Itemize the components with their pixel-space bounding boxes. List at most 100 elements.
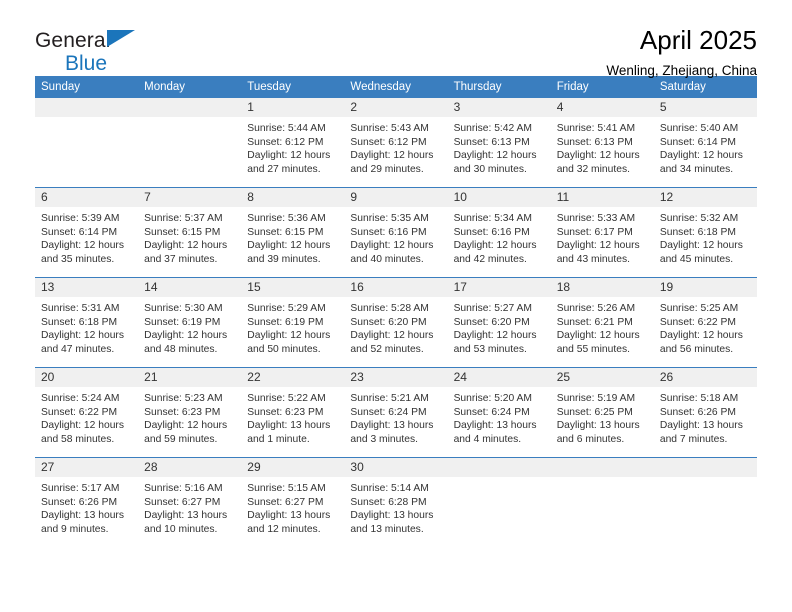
- daylight-text: Daylight: 13 hours and 13 minutes.: [350, 510, 434, 535]
- calendar-week-row: 13 Sunrise: 5:31 AM Sunset: 6:18 PM Dayligh…: [35, 277, 757, 368]
- daylight-text: Daylight: 13 hours and 12 minutes.: [247, 510, 331, 535]
- day-number: 25: [550, 368, 654, 387]
- sunrise-text: Sunrise: 5:21 AM: [350, 393, 429, 404]
- sunset-text: Sunset: 6:23 PM: [247, 406, 324, 418]
- calendar-day-cell[interactable]: 14 Sunrise: 5:30 AM Sunset: 6:19 PM Dayligh…: [138, 277, 242, 368]
- calendar-day-cell[interactable]: 21 Sunrise: 5:23 AM Sunset: 6:23 PM Dayligh…: [138, 367, 242, 458]
- sunset-text: Sunset: 6:26 PM: [659, 406, 736, 418]
- day-number: 20: [35, 368, 139, 387]
- sunset-text: Sunset: 6:19 PM: [247, 316, 324, 328]
- day-details: Sunrise: 5:26 AM Sunset: 6:21 PM Daylight:…: [551, 297, 654, 356]
- calendar-day-cell[interactable]: 22 Sunrise: 5:22 AM Sunset: 6:23 PM Dayligh…: [241, 367, 345, 458]
- day-number: 24: [447, 368, 551, 387]
- day-number: 28: [138, 458, 242, 477]
- sunset-text: Sunset: 6:27 PM: [144, 496, 221, 508]
- day-details: Sunrise: 5:18 AM Sunset: 6:26 PM Daylight:…: [654, 387, 757, 446]
- sunset-text: Sunset: 6:17 PM: [556, 226, 633, 238]
- calendar-day-cell[interactable]: 28 Sunrise: 5:16 AM Sunset: 6:27 PM Dayligh…: [138, 457, 242, 547]
- day-details: Sunrise: 5:30 AM Sunset: 6:19 PM Daylight:…: [138, 297, 241, 356]
- brand-logo[interactable]: General Blue: [35, 26, 165, 80]
- calendar-day-cell[interactable]: 11 Sunrise: 5:33 AM Sunset: 6:17 PM Dayligh…: [550, 187, 654, 278]
- daylight-text: Daylight: 12 hours and 55 minutes.: [556, 330, 640, 355]
- daylight-text: Daylight: 13 hours and 10 minutes.: [144, 510, 228, 535]
- day-details: Sunrise: 5:44 AM Sunset: 6:12 PM Daylight:…: [241, 117, 344, 176]
- calendar-day-cell[interactable]: 29 Sunrise: 5:15 AM Sunset: 6:27 PM Dayligh…: [241, 457, 345, 547]
- sunset-text: Sunset: 6:16 PM: [350, 226, 427, 238]
- sunrise-text: Sunrise: 5:15 AM: [247, 483, 326, 494]
- calendar-day-cell[interactable]: 1 Sunrise: 5:44 AM Sunset: 6:12 PM Daylight…: [241, 98, 345, 188]
- calendar-day-cell[interactable]: 18 Sunrise: 5:26 AM Sunset: 6:21 PM Dayligh…: [550, 277, 654, 368]
- calendar-day-cell[interactable]: 15 Sunrise: 5:29 AM Sunset: 6:19 PM Dayligh…: [241, 277, 345, 368]
- calendar-week-row: 6 Sunrise: 5:39 AM Sunset: 6:14 PM Daylight…: [35, 187, 757, 278]
- day-number: [653, 458, 757, 477]
- calendar-day-cell[interactable]: 17 Sunrise: 5:27 AM Sunset: 6:20 PM Dayligh…: [447, 277, 551, 368]
- day-number: 11: [550, 188, 654, 207]
- sunrise-text: Sunrise: 5:42 AM: [453, 123, 532, 134]
- calendar-day-cell[interactable]: 8 Sunrise: 5:36 AM Sunset: 6:15 PM Daylight…: [241, 187, 345, 278]
- day-details: Sunrise: 5:35 AM Sunset: 6:16 PM Daylight:…: [344, 207, 447, 266]
- sunset-text: Sunset: 6:12 PM: [247, 136, 324, 148]
- day-details: Sunrise: 5:41 AM Sunset: 6:13 PM Daylight:…: [551, 117, 654, 176]
- calendar-day-cell[interactable]: 26 Sunrise: 5:18 AM Sunset: 6:26 PM Dayligh…: [653, 367, 757, 458]
- daylight-text: Daylight: 13 hours and 7 minutes.: [659, 420, 743, 445]
- calendar-day-cell[interactable]: 3 Sunrise: 5:42 AM Sunset: 6:13 PM Daylight…: [447, 98, 551, 188]
- calendar-page: General Blue April 2025 Wenling, Zhejian…: [0, 0, 792, 612]
- day-details: Sunrise: 5:24 AM Sunset: 6:22 PM Daylight:…: [35, 387, 138, 446]
- sunset-text: Sunset: 6:24 PM: [350, 406, 427, 418]
- sunset-text: Sunset: 6:15 PM: [144, 226, 221, 238]
- calendar-day-cell[interactable]: 24 Sunrise: 5:20 AM Sunset: 6:24 PM Dayligh…: [447, 367, 551, 458]
- day-number: 29: [241, 458, 345, 477]
- sunset-text: Sunset: 6:19 PM: [144, 316, 221, 328]
- day-details: Sunrise: 5:39 AM Sunset: 6:14 PM Daylight:…: [35, 207, 138, 266]
- daylight-text: Daylight: 12 hours and 40 minutes.: [350, 240, 434, 265]
- calendar-day-cell[interactable]: 30 Sunrise: 5:14 AM Sunset: 6:28 PM Dayligh…: [344, 457, 448, 547]
- sunset-text: Sunset: 6:18 PM: [659, 226, 736, 238]
- daylight-text: Daylight: 12 hours and 43 minutes.: [556, 240, 640, 265]
- calendar-day-cell[interactable]: 19 Sunrise: 5:25 AM Sunset: 6:22 PM Dayligh…: [653, 277, 757, 368]
- daylight-text: Daylight: 12 hours and 35 minutes.: [41, 240, 124, 265]
- calendar-day-cell[interactable]: 4 Sunrise: 5:41 AM Sunset: 6:13 PM Daylight…: [550, 98, 654, 188]
- daylight-text: Daylight: 12 hours and 27 minutes.: [247, 150, 331, 175]
- daylight-text: Daylight: 12 hours and 45 minutes.: [659, 240, 743, 265]
- day-details: Sunrise: 5:14 AM Sunset: 6:28 PM Daylight:…: [344, 477, 447, 536]
- calendar-day-cell[interactable]: 16 Sunrise: 5:28 AM Sunset: 6:20 PM Dayligh…: [344, 277, 448, 368]
- sunset-text: Sunset: 6:26 PM: [41, 496, 118, 508]
- daylight-text: Daylight: 13 hours and 4 minutes.: [453, 420, 537, 445]
- day-number: 10: [447, 188, 551, 207]
- calendar-day-cell[interactable]: 6 Sunrise: 5:39 AM Sunset: 6:14 PM Daylight…: [35, 187, 139, 278]
- calendar-day-cell[interactable]: 27 Sunrise: 5:17 AM Sunset: 6:26 PM Dayligh…: [35, 457, 139, 547]
- calendar-day-cell[interactable]: 5 Sunrise: 5:40 AM Sunset: 6:14 PM Daylight…: [653, 98, 757, 188]
- calendar-day-cell[interactable]: 9 Sunrise: 5:35 AM Sunset: 6:16 PM Daylight…: [344, 187, 448, 278]
- calendar-day-cell[interactable]: 23 Sunrise: 5:21 AM Sunset: 6:24 PM Dayligh…: [344, 367, 448, 458]
- sunset-text: Sunset: 6:16 PM: [453, 226, 530, 238]
- day-details: Sunrise: 5:15 AM Sunset: 6:27 PM Daylight:…: [241, 477, 344, 536]
- calendar-day-cell[interactable]: 10 Sunrise: 5:34 AM Sunset: 6:16 PM Dayligh…: [447, 187, 551, 278]
- daylight-text: Daylight: 12 hours and 39 minutes.: [247, 240, 331, 265]
- calendar-day-cell[interactable]: 25 Sunrise: 5:19 AM Sunset: 6:25 PM Dayligh…: [550, 367, 654, 458]
- sunset-text: Sunset: 6:27 PM: [247, 496, 324, 508]
- sunrise-text: Sunrise: 5:23 AM: [144, 393, 223, 404]
- daylight-text: Daylight: 12 hours and 59 minutes.: [144, 420, 228, 445]
- sunrise-text: Sunrise: 5:35 AM: [350, 213, 429, 224]
- title-block: April 2025 Wenling, Zhejiang, China: [606, 26, 757, 78]
- calendar-day-cell[interactable]: 20 Sunrise: 5:24 AM Sunset: 6:22 PM Dayligh…: [35, 367, 139, 458]
- day-details: Sunrise: 5:29 AM Sunset: 6:19 PM Daylight:…: [241, 297, 344, 356]
- day-details: Sunrise: 5:22 AM Sunset: 6:23 PM Daylight:…: [241, 387, 344, 446]
- sunrise-text: Sunrise: 5:29 AM: [247, 303, 326, 314]
- sunrise-text: Sunrise: 5:22 AM: [247, 393, 326, 404]
- day-number: 7: [138, 188, 242, 207]
- daylight-text: Daylight: 13 hours and 1 minute.: [247, 420, 331, 445]
- calendar-day-cell[interactable]: 13 Sunrise: 5:31 AM Sunset: 6:18 PM Dayligh…: [35, 277, 139, 368]
- calendar-cell-empty: [447, 457, 551, 547]
- brand-name-general: General: [35, 29, 111, 52]
- day-number: 27: [35, 458, 139, 477]
- calendar-day-cell[interactable]: 7 Sunrise: 5:37 AM Sunset: 6:15 PM Daylight…: [138, 187, 242, 278]
- calendar-week-row: 27 Sunrise: 5:17 AM Sunset: 6:26 PM Dayligh…: [35, 457, 757, 547]
- sunset-text: Sunset: 6:15 PM: [247, 226, 324, 238]
- sunset-text: Sunset: 6:22 PM: [659, 316, 736, 328]
- day-number: 16: [344, 278, 448, 297]
- day-number: 30: [344, 458, 448, 477]
- day-details: Sunrise: 5:32 AM Sunset: 6:18 PM Daylight:…: [654, 207, 757, 266]
- calendar-day-cell[interactable]: 2 Sunrise: 5:43 AM Sunset: 6:12 PM Daylight…: [344, 98, 448, 188]
- calendar-day-cell[interactable]: 12 Sunrise: 5:32 AM Sunset: 6:18 PM Dayligh…: [653, 187, 757, 278]
